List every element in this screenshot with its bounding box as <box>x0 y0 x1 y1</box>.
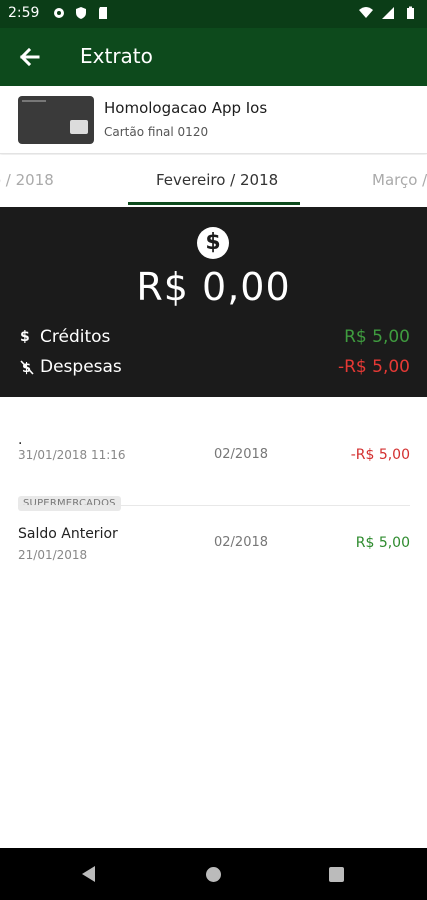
balance-value: R$ 0,00 <box>136 265 291 309</box>
credits-row: $ Créditos R$ 5,00 <box>20 327 410 351</box>
system-nav-bar <box>0 848 427 900</box>
gear-icon <box>54 8 64 18</box>
tab-indicator <box>128 202 300 205</box>
month-tabs: ro / 2018 Fevereiro / 2018 Março / <box>0 155 427 205</box>
transaction-date: 21/01/2018 <box>18 548 88 562</box>
transaction-value: -R$ 5,00 <box>350 447 410 463</box>
wifi-icon <box>359 7 373 18</box>
transaction-title: . <box>18 432 23 448</box>
status-time: 2:59 <box>8 5 40 21</box>
arrow-left-icon[interactable] <box>16 43 44 71</box>
page-title: Extrato <box>80 44 153 68</box>
signal-icon <box>382 7 394 19</box>
shield-icon <box>76 7 86 19</box>
tab-next-month[interactable]: Março / <box>372 171 427 189</box>
status-icons-left <box>52 6 110 20</box>
tab-current-month[interactable]: Fevereiro / 2018 <box>156 171 278 189</box>
battery-icon <box>407 6 414 19</box>
status-bar: 2:59 <box>0 0 427 28</box>
balance-summary: $ R$ 0,00 $ Créditos R$ 5,00 $ Despesas … <box>0 207 427 397</box>
sd-card-icon <box>99 7 107 19</box>
card-name: Homologacao App Ios <box>104 99 268 117</box>
dollar-icon: $ <box>20 329 30 345</box>
dollar-off-icon: $ <box>20 360 34 375</box>
transaction-period: 02/2018 <box>214 535 269 550</box>
debits-row: $ Despesas -R$ 5,00 <box>20 357 410 381</box>
nav-home-icon[interactable] <box>206 867 221 882</box>
card-number: Cartão final 0120 <box>104 125 209 139</box>
divider <box>18 505 410 506</box>
credits-label: Créditos <box>40 327 111 347</box>
transaction-period: 02/2018 <box>214 447 269 462</box>
card-selector[interactable]: Homologacao App Ios Cartão final 0120 <box>0 86 427 154</box>
dollar-icon: $ <box>197 227 229 259</box>
transaction-date: 31/01/2018 11:16 <box>18 448 126 462</box>
tab-previous-month[interactable]: ro / 2018 <box>0 171 54 189</box>
transaction-title: Saldo Anterior <box>18 526 118 542</box>
card-image <box>18 96 94 144</box>
nav-back-icon[interactable] <box>82 866 95 882</box>
category-badge: SUPERMERCADOS <box>18 496 121 511</box>
status-icons-right <box>359 6 417 20</box>
app-bar: Extrato <box>0 28 427 86</box>
debits-value: -R$ 5,00 <box>337 357 410 377</box>
transaction-value: R$ 5,00 <box>355 535 410 551</box>
transaction-row[interactable]: Saldo Anterior 21/01/2018 02/2018 R$ 5,0… <box>18 526 410 566</box>
transaction-row[interactable]: . 31/01/2018 11:16 02/2018 -R$ 5,00 SUPE… <box>18 432 410 511</box>
nav-recents-icon[interactable] <box>329 867 344 882</box>
debits-label: Despesas <box>40 357 122 377</box>
credits-value: R$ 5,00 <box>344 327 410 347</box>
